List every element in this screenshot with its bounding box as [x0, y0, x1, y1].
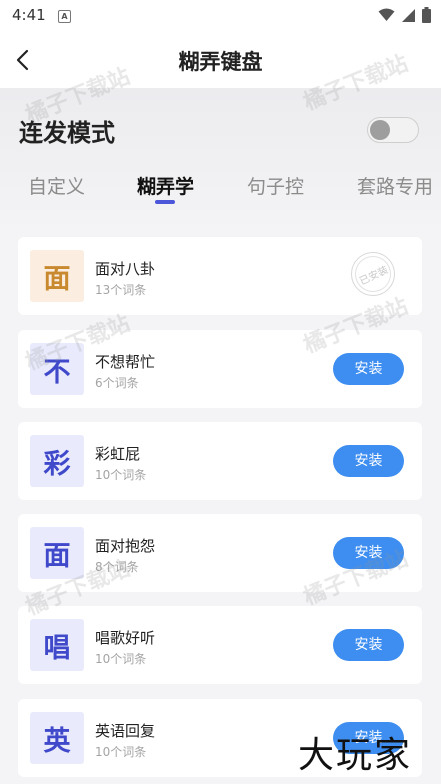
tab-sentence[interactable]: 句子控 [247, 172, 304, 199]
status-bar: 4:41 A [0, 0, 441, 32]
card-title: 面对抱怨 [95, 537, 156, 555]
install-button[interactable]: 安装 [333, 445, 404, 477]
battery-icon [422, 7, 431, 23]
signal-icon [402, 8, 415, 22]
wifi-icon [378, 8, 395, 21]
tab-custom[interactable]: 自定义 [28, 172, 85, 199]
burst-mode-toggle[interactable] [367, 117, 419, 143]
install-button[interactable]: 安装 [333, 629, 404, 661]
category-tabs: 自定义 糊弄学 句子控 套路专用 [0, 172, 441, 212]
active-tab-indicator [155, 200, 175, 204]
list-item[interactable]: 面 面对八卦 13个词条 已安装 [18, 237, 422, 315]
list-item[interactable]: 彩 彩虹屁 10个词条 安装 [18, 422, 422, 500]
card-title: 唱歌好听 [95, 629, 156, 647]
mode-section: 连发模式 自定义 糊弄学 句子控 套路专用 [0, 88, 441, 236]
notification-a-icon: A [58, 10, 71, 23]
install-button[interactable]: 安装 [333, 353, 404, 385]
install-button[interactable]: 安装 [333, 537, 404, 569]
status-time: 4:41 [12, 6, 46, 24]
card-subtitle: 10个词条 [95, 652, 147, 666]
tab-tricks[interactable]: 套路专用 [357, 172, 433, 199]
card-title: 彩虹屁 [95, 445, 141, 463]
card-icon: 英 [30, 712, 84, 764]
list-item[interactable]: 面 面对抱怨 8个词条 安装 [18, 514, 422, 592]
card-subtitle: 13个词条 [95, 283, 147, 297]
burst-mode-label: 连发模式 [19, 119, 115, 147]
card-icon: 不 [30, 343, 84, 395]
card-subtitle: 10个词条 [95, 745, 147, 759]
installed-stamp: 已安装 [349, 250, 397, 298]
tab-hulong[interactable]: 糊弄学 [137, 172, 194, 199]
card-icon: 唱 [30, 619, 84, 671]
toggle-knob [370, 120, 390, 140]
installed-stamp-text: 已安装 [349, 250, 397, 298]
corner-logo: 大玩家 [298, 735, 413, 776]
card-subtitle: 6个词条 [95, 376, 139, 390]
card-icon: 面 [30, 250, 84, 302]
card-subtitle: 8个词条 [95, 560, 139, 574]
status-icons [378, 7, 431, 23]
page-title: 糊弄键盘 [178, 50, 263, 74]
app-header: 糊弄键盘 [0, 32, 441, 88]
list-item[interactable]: 唱 唱歌好听 10个词条 安装 [18, 606, 422, 684]
card-icon: 彩 [30, 435, 84, 487]
card-icon: 面 [30, 527, 84, 579]
card-subtitle: 10个词条 [95, 468, 147, 482]
card-title: 面对八卦 [95, 260, 156, 278]
card-title: 英语回复 [95, 722, 156, 740]
list-item[interactable]: 不 不想帮忙 6个词条 安装 [18, 330, 422, 408]
card-title: 不想帮忙 [95, 353, 156, 371]
